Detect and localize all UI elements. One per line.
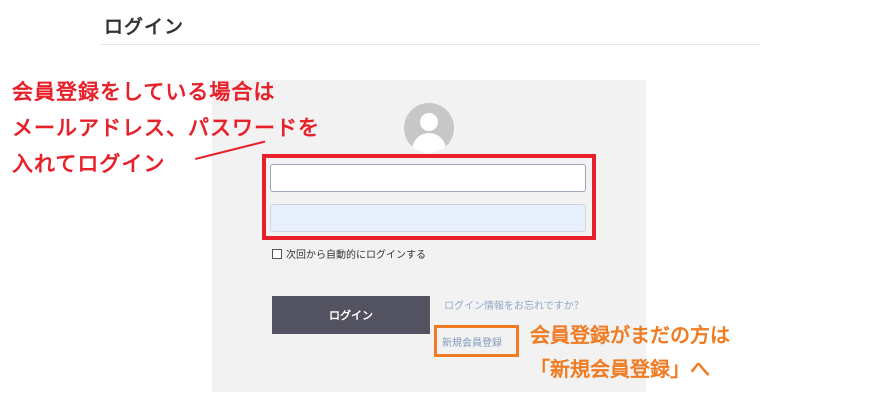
remember-me-label: 次回から自動的にログインする xyxy=(286,250,426,261)
avatar-body xyxy=(412,133,446,153)
avatar-head xyxy=(420,113,438,131)
remember-me-row[interactable]: 次回から自動的にログインする xyxy=(272,246,426,261)
page-title: ログイン xyxy=(104,16,185,38)
forgot-password-link[interactable]: ログイン情報をお忘れですか？ xyxy=(444,300,594,313)
remember-me-checkbox[interactable] xyxy=(272,248,282,259)
annotation-line: 入れてログイン xyxy=(12,152,166,176)
annotation-line: 会員登録がまだの方は xyxy=(530,323,730,347)
user-avatar-icon xyxy=(404,103,454,153)
annotation-line: メールアドレス、パスワードを xyxy=(12,116,320,140)
login-instruction-annotation: 会員登録をしている場合は メールアドレス、パスワードを 入れてログイン xyxy=(12,74,320,182)
signup-instruction-annotation: 会員登録がまだの方は 「新規会員登録」へ xyxy=(530,318,730,386)
signup-highlight-box xyxy=(434,325,519,357)
annotation-line: 会員登録をしている場合は xyxy=(12,80,276,104)
annotation-line: 「新規会員登録」へ xyxy=(530,357,710,381)
login-button[interactable]: ログイン xyxy=(272,296,430,334)
title-divider xyxy=(100,44,760,45)
